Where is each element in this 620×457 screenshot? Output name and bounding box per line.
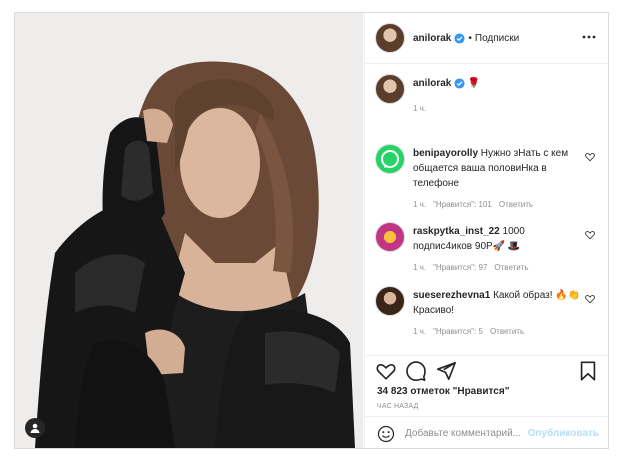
post-side-panel: anilorak • Подписки anilorak 🌹 1 ч. beni… (364, 13, 608, 448)
instagram-post: anilorak • Подписки anilorak 🌹 1 ч. beni… (14, 12, 609, 449)
comment-likes[interactable]: "Нравится": 97 (433, 260, 487, 275)
comment-time: 1 ч. (413, 263, 427, 272)
comment-meta: 1 ч. "Нравится": 101 Ответить (413, 197, 583, 212)
more-icon[interactable] (581, 32, 597, 42)
caption-meta: 1 ч. (413, 101, 583, 116)
user-tag-icon (30, 423, 40, 433)
post-actions: 34 823 отметок "Нравится" ЧАС НАЗАД Доба… (365, 355, 608, 448)
comment-username[interactable]: raskpytka_inst_22 (413, 226, 500, 237)
caption-avatar[interactable] (375, 74, 405, 104)
comment-meta: 1 ч. "Нравится": 97 Ответить (413, 260, 583, 275)
commenter-avatar[interactable] (375, 286, 405, 316)
commenter-avatar[interactable] (375, 222, 405, 252)
comment-time: 1 ч. (413, 200, 427, 209)
commenter-avatar[interactable] (375, 144, 405, 174)
smile-icon[interactable] (377, 425, 395, 443)
comment-time: 1 ч. (413, 327, 427, 336)
likes-count[interactable]: 34 823 отметок "Нравится" (377, 386, 509, 397)
comment-body: sueserezhevna1 Какой образ! 🔥👏 Красиво! … (413, 288, 583, 339)
comment-heart-icon[interactable] (585, 294, 595, 304)
post-photo-illustration (15, 13, 363, 448)
add-comment-bar: Добавьте комментарий... Опубликовать (365, 416, 608, 448)
comment-item: sueserezhevna1 Какой образ! 🔥👏 Красиво! … (375, 286, 599, 346)
share-icon[interactable] (435, 360, 457, 382)
header-user: anilorak • Подписки (413, 33, 519, 44)
comment-body: benipayorolly Нужно зНать с кем общается… (413, 146, 583, 212)
post-time-ago: ЧАС НАЗАД (377, 403, 419, 410)
author-avatar[interactable] (375, 23, 405, 53)
caption-username[interactable]: anilorak (413, 78, 451, 89)
post-header: anilorak • Подписки (365, 13, 608, 64)
verified-icon (454, 32, 465, 44)
comment-likes[interactable]: "Нравится": 101 (433, 197, 492, 212)
header-username[interactable]: anilorak (413, 33, 451, 44)
comment-username[interactable]: sueserezhevna1 (413, 290, 490, 301)
bookmark-icon[interactable] (577, 360, 599, 382)
comment-username[interactable]: benipayorolly (413, 148, 478, 159)
comment-meta: 1 ч. "Нравится": 5 Ответить (413, 324, 583, 339)
publish-button[interactable]: Опубликовать (528, 428, 599, 439)
comment-item: raskpytka_inst_22 1000 подпис4иков 90Р🚀 … (375, 222, 599, 277)
caption-emoji: 🌹 (467, 78, 481, 89)
comment-reply-button[interactable]: Ответить (494, 260, 528, 275)
header-separator: • (468, 32, 472, 44)
caption-body: anilorak 🌹 1 ч. (413, 76, 583, 116)
whatsapp-logo-icon (381, 150, 399, 168)
comment-likes[interactable]: "Нравится": 5 (433, 324, 483, 339)
comment-body: raskpytka_inst_22 1000 подпис4иков 90Р🚀 … (413, 224, 583, 275)
post-photo[interactable] (15, 13, 363, 448)
caption-row: anilorak 🌹 1 ч. (375, 74, 599, 114)
comment-reply-button[interactable]: Ответить (490, 324, 524, 339)
comment-heart-icon[interactable] (585, 152, 595, 162)
caption-time: 1 ч. (413, 104, 427, 113)
user-tag-button[interactable] (25, 418, 45, 438)
comment-input[interactable]: Добавьте комментарий... (405, 428, 521, 439)
comment-item: benipayorolly Нужно зНать с кем общается… (375, 144, 599, 214)
comment-icon[interactable] (405, 360, 427, 382)
comment-reply-button[interactable]: Ответить (499, 197, 533, 212)
verified-icon (454, 78, 465, 89)
following-button[interactable]: Подписки (475, 33, 519, 44)
heart-icon[interactable] (375, 360, 397, 382)
comment-heart-icon[interactable] (585, 230, 595, 240)
comments-list: anilorak 🌹 1 ч. benipayorolly Нужно зНат… (365, 64, 608, 354)
action-icons (375, 360, 599, 384)
